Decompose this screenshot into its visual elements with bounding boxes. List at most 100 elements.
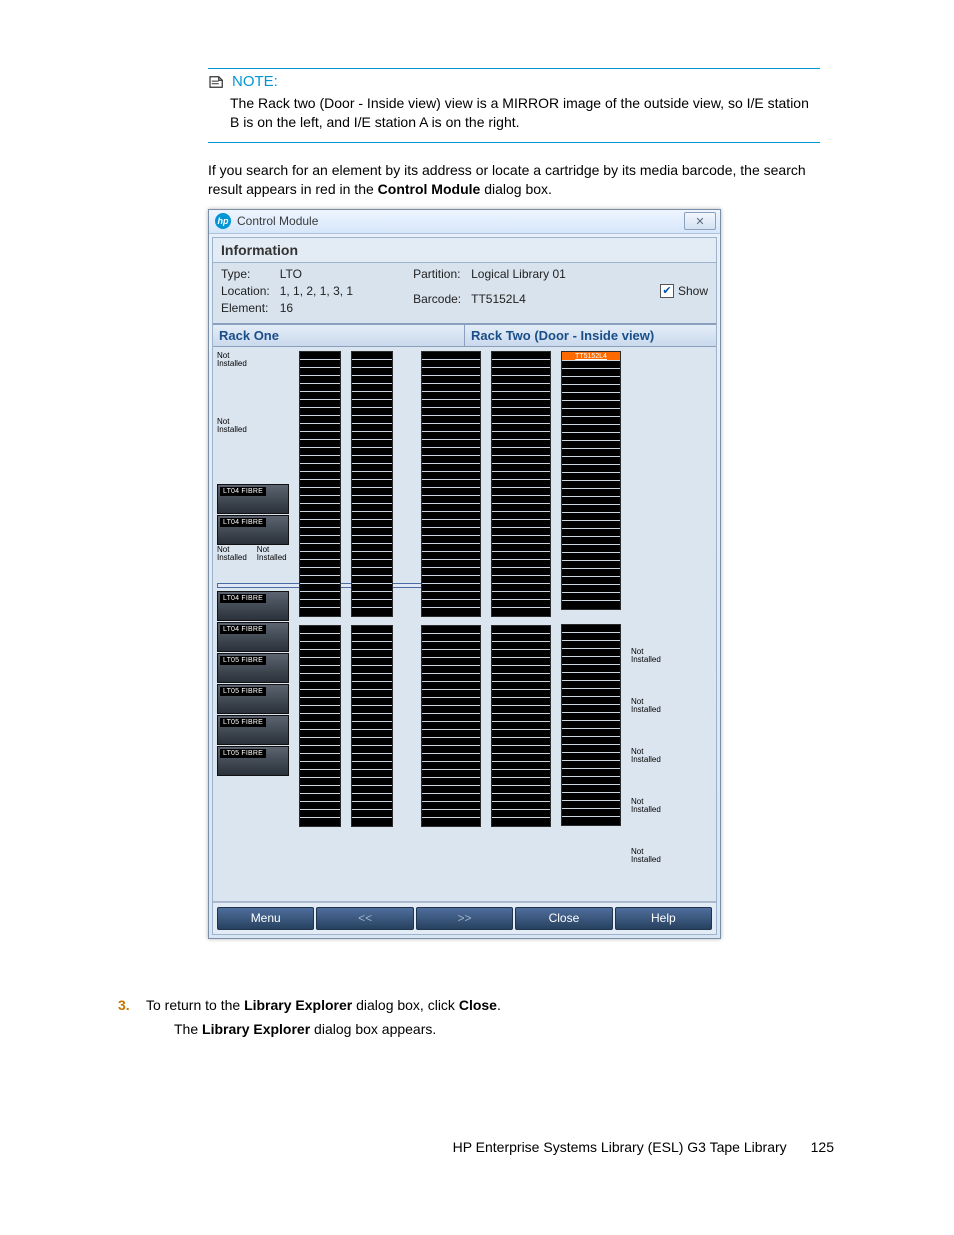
slot[interactable] [562, 513, 620, 521]
slot[interactable] [492, 786, 550, 794]
slot[interactable] [492, 778, 550, 786]
slot[interactable] [492, 520, 550, 528]
slot[interactable] [562, 577, 620, 585]
slot[interactable] [300, 504, 340, 512]
drive-bay[interactable]: LT05 FIBRE [217, 653, 289, 683]
slot[interactable] [300, 456, 340, 464]
slot[interactable] [300, 754, 340, 762]
slot[interactable] [492, 592, 550, 600]
slot[interactable] [562, 625, 620, 633]
slot[interactable] [300, 746, 340, 754]
slot[interactable] [492, 666, 550, 674]
slot[interactable] [562, 569, 620, 577]
slot[interactable] [352, 472, 392, 480]
slot[interactable] [422, 706, 480, 714]
slot[interactable] [300, 480, 340, 488]
slot[interactable] [300, 698, 340, 706]
slot[interactable] [300, 496, 340, 504]
slot[interactable] [352, 818, 392, 826]
slot[interactable] [562, 745, 620, 753]
slot[interactable] [492, 536, 550, 544]
slot[interactable] [300, 424, 340, 432]
slot[interactable] [562, 801, 620, 809]
slot[interactable] [422, 730, 480, 738]
close-dialog-button[interactable]: Close [515, 907, 612, 930]
slot[interactable] [422, 368, 480, 376]
slot[interactable] [492, 440, 550, 448]
slot[interactable] [352, 504, 392, 512]
slot[interactable] [352, 360, 392, 368]
slot[interactable] [492, 416, 550, 424]
slot[interactable] [422, 568, 480, 576]
slot[interactable] [422, 392, 480, 400]
slot[interactable] [492, 568, 550, 576]
slot[interactable] [562, 673, 620, 681]
slot[interactable] [422, 666, 480, 674]
slot[interactable] [562, 777, 620, 785]
slot[interactable] [300, 818, 340, 826]
slot[interactable] [422, 738, 480, 746]
slot[interactable] [492, 368, 550, 376]
slot[interactable] [562, 665, 620, 673]
slot[interactable] [422, 794, 480, 802]
slot[interactable] [422, 634, 480, 642]
slot[interactable] [422, 802, 480, 810]
slot[interactable] [422, 762, 480, 770]
drive-bay[interactable]: LT05 FIBRE [217, 684, 289, 714]
slot[interactable] [352, 754, 392, 762]
slot[interactable] [492, 674, 550, 682]
slot[interactable] [492, 770, 550, 778]
slot[interactable] [422, 512, 480, 520]
slot[interactable] [352, 634, 392, 642]
slot[interactable] [492, 560, 550, 568]
slot[interactable] [352, 722, 392, 730]
slot[interactable] [352, 376, 392, 384]
slot[interactable] [422, 682, 480, 690]
slot[interactable] [492, 626, 550, 634]
slot[interactable] [300, 690, 340, 698]
slot[interactable] [422, 416, 480, 424]
slot[interactable] [300, 488, 340, 496]
slot[interactable] [492, 472, 550, 480]
slot[interactable] [300, 722, 340, 730]
slot[interactable] [562, 497, 620, 505]
drive-bay[interactable]: LT04 FIBRE [217, 622, 289, 652]
slot[interactable] [562, 361, 620, 369]
slot[interactable] [562, 713, 620, 721]
slot[interactable] [562, 449, 620, 457]
slot[interactable] [562, 473, 620, 481]
slot[interactable] [422, 488, 480, 496]
slot[interactable] [352, 528, 392, 536]
slot[interactable] [562, 465, 620, 473]
slot[interactable] [352, 488, 392, 496]
slot[interactable] [422, 376, 480, 384]
slot[interactable] [300, 376, 340, 384]
slot[interactable] [352, 666, 392, 674]
slot[interactable] [492, 690, 550, 698]
help-button[interactable]: Help [615, 907, 712, 930]
slot[interactable] [300, 658, 340, 666]
slot[interactable] [492, 754, 550, 762]
slot[interactable] [300, 360, 340, 368]
slot[interactable] [422, 400, 480, 408]
slot[interactable] [300, 642, 340, 650]
slot[interactable] [422, 464, 480, 472]
show-checkbox[interactable]: ✔ [660, 284, 674, 298]
slot[interactable] [562, 705, 620, 713]
slot[interactable] [492, 634, 550, 642]
slot[interactable] [492, 794, 550, 802]
slot[interactable] [562, 697, 620, 705]
slot[interactable] [300, 738, 340, 746]
slot[interactable] [352, 706, 392, 714]
slot[interactable] [300, 778, 340, 786]
slot[interactable] [562, 689, 620, 697]
slot[interactable] [562, 417, 620, 425]
drive-bay[interactable]: LT04 FIBRE [217, 515, 289, 545]
slot[interactable] [352, 552, 392, 560]
slot[interactable] [422, 472, 480, 480]
slot[interactable] [492, 730, 550, 738]
slot[interactable] [352, 746, 392, 754]
close-button[interactable]: ✕ [684, 212, 716, 230]
slot[interactable] [300, 416, 340, 424]
slot[interactable] [352, 730, 392, 738]
